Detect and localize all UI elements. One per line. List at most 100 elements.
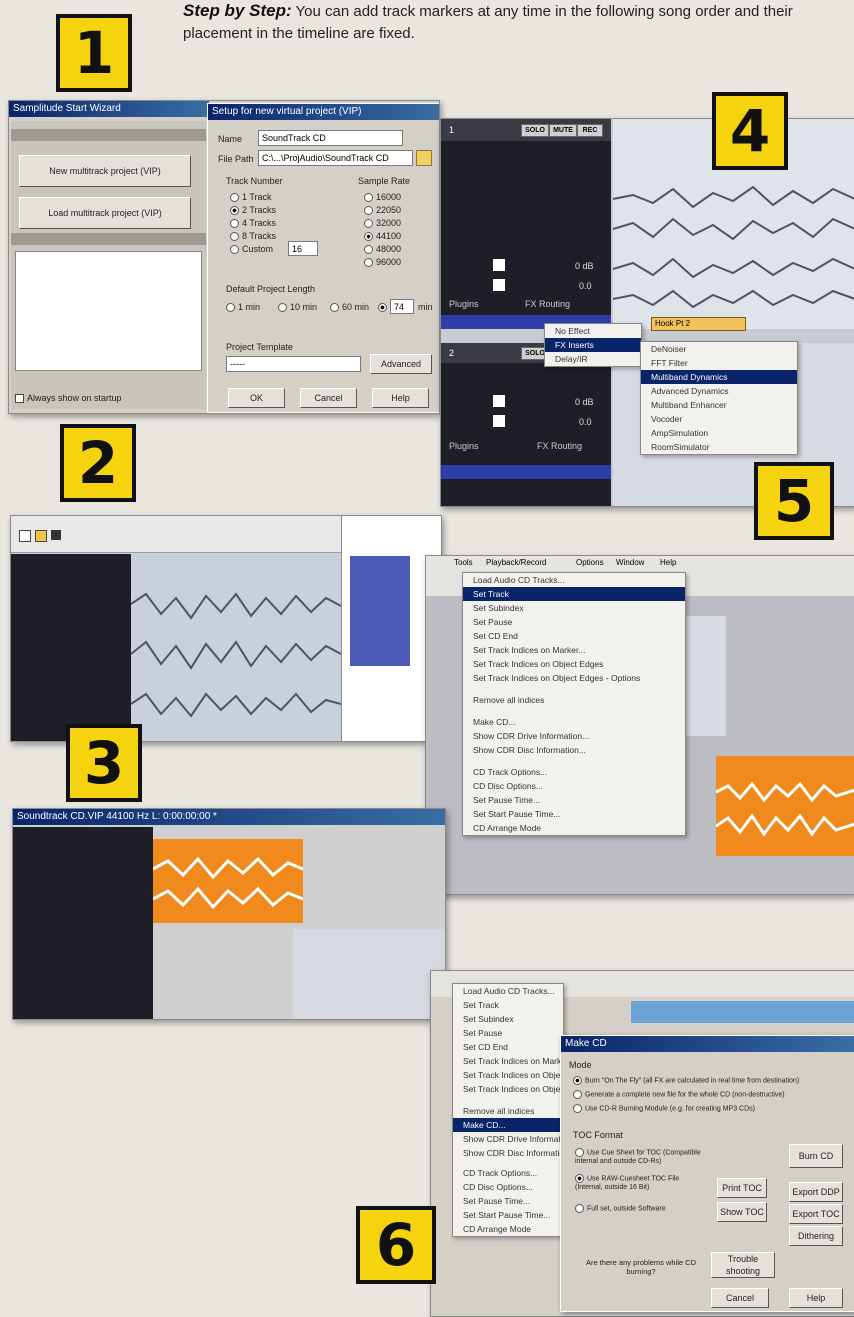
toolbar-open-icon[interactable] (35, 530, 47, 542)
folder-icon[interactable] (416, 150, 432, 166)
cd6-disc-options[interactable]: CD Disc Options... (453, 1180, 563, 1194)
cd-menu-disc-info[interactable]: Show CDR Disc Information... (463, 743, 685, 757)
make-cd-help-button[interactable]: Help (789, 1288, 843, 1308)
cancel-button[interactable]: Cancel (300, 388, 357, 408)
fx-ampsimulation[interactable]: AmpSimulation (641, 426, 797, 440)
cd6-drive-info[interactable]: Show CDR Drive Information (453, 1132, 563, 1146)
cd-menu-disc-options[interactable]: CD Disc Options... (463, 779, 685, 793)
name-field[interactable]: SoundTrack CD (258, 130, 403, 146)
cd-menu-indices-marker[interactable]: Set Track Indices on Marker... (463, 643, 685, 657)
track-option-custom[interactable]: Custom (230, 244, 273, 255)
fx-multiband-dynamics[interactable]: Multiband Dynamics (641, 370, 797, 384)
sample-rate-44100[interactable]: 44100 (364, 231, 401, 242)
cd-menu-indices-edges[interactable]: Set Track Indices on Object Edges (463, 657, 685, 671)
length-option-10[interactable]: 10 min (278, 302, 317, 313)
track1-fx-routing[interactable]: FX Routing (525, 299, 570, 309)
track1-solo-button[interactable]: SOLO (521, 124, 549, 137)
menubar-tools[interactable]: Tools (454, 556, 473, 570)
cd6-set-track[interactable]: Set Track (453, 998, 563, 1012)
print-toc-button[interactable]: Print TOC (717, 1178, 767, 1198)
toc-option-2[interactable]: Use RAW-Cuesheet TOC File (Internal, out… (575, 1174, 705, 1192)
cd-menu-make-cd[interactable]: Make CD... (463, 715, 685, 729)
sample-rate-22050[interactable]: 22050 (364, 205, 401, 216)
cd6-disc-info[interactable]: Show CDR Disc Information (453, 1146, 563, 1160)
load-project-button[interactable]: Load multitrack project (VIP) (19, 197, 191, 229)
dithering-button[interactable]: Dithering (789, 1226, 843, 1246)
make-cd-cancel-button[interactable]: Cancel (711, 1288, 769, 1308)
export-ddp-button[interactable]: Export DDP (789, 1182, 843, 1202)
new-project-button[interactable]: New multitrack project (VIP) (19, 155, 191, 187)
fx-advanced-dynamics[interactable]: Advanced Dynamics (641, 384, 797, 398)
sample-rate-32000[interactable]: 32000 (364, 218, 401, 229)
sample-rate-16000[interactable]: 16000 (364, 192, 401, 203)
track1-mute-button[interactable]: MUTE (549, 124, 577, 137)
toolbar-save-icon[interactable] (51, 530, 61, 540)
track2-fx-routing[interactable]: FX Routing (537, 441, 582, 451)
track2-insert-slot[interactable] (441, 465, 611, 479)
fx-vocoder[interactable]: Vocoder (641, 412, 797, 426)
length-field[interactable]: 74 (390, 299, 414, 314)
toolbar-new-icon[interactable] (19, 530, 31, 542)
length-option-1[interactable]: 1 min (226, 302, 260, 313)
cd-menu-remove-indices[interactable]: Remove all indices (463, 693, 685, 707)
mode-option-1[interactable]: Burn "On The Fly" (all FX are calculated… (573, 1076, 851, 1085)
export-toc-button[interactable]: Export TOC (789, 1204, 843, 1224)
show-toc-button[interactable]: Show TOC (717, 1202, 767, 1222)
cd6-remove-indices[interactable]: Remove all indices (453, 1104, 563, 1118)
mode-option-3[interactable]: Use CD-R Burning Module (e.g. for creati… (573, 1104, 851, 1113)
ok-button[interactable]: OK (228, 388, 285, 408)
track-option-4[interactable]: 4 Tracks (230, 218, 276, 229)
track1-plugins[interactable]: Plugins (449, 299, 479, 309)
burn-cd-button[interactable]: Burn CD (789, 1144, 843, 1168)
menubar-options[interactable]: Options (576, 556, 604, 570)
cd6-set-cd-end[interactable]: Set CD End (453, 1040, 563, 1054)
fx-fft-filter[interactable]: FFT Filter (641, 356, 797, 370)
cd-menu-indices-edges-options[interactable]: Set Track Indices on Object Edges - Opti… (463, 671, 685, 685)
toc-option-3[interactable]: Full set, outside Software (575, 1204, 705, 1213)
sample-rate-96000[interactable]: 96000 (364, 257, 401, 268)
path-field[interactable]: C:\...\ProjAudio\SoundTrack CD (258, 150, 413, 166)
cd6-set-subindex[interactable]: Set Subindex (453, 1012, 563, 1026)
cd-menu-set-track[interactable]: Set Track (463, 587, 685, 601)
cd-menu-load[interactable]: Load Audio CD Tracks... (463, 573, 685, 587)
custom-track-field[interactable]: 16 (288, 241, 318, 256)
track1-fader[interactable] (493, 259, 505, 271)
cd6-indices-object[interactable]: Set Track Indices on Object (453, 1068, 563, 1082)
fx-denoiser[interactable]: DeNoiser (641, 342, 797, 356)
cd-menu-set-subindex[interactable]: Set Subindex (463, 601, 685, 615)
fx-multiband-enhancer[interactable]: Multiband Enhancer (641, 398, 797, 412)
advanced-button[interactable]: Advanced (370, 354, 432, 374)
track-option-1[interactable]: 1 Track (230, 192, 272, 203)
show-on-startup-checkbox[interactable]: Always show on startup (15, 393, 122, 404)
cd6-indices-object-2[interactable]: Set Track Indices on Object (453, 1082, 563, 1096)
cd6-set-pause[interactable]: Set Pause (453, 1026, 563, 1040)
length-option-60[interactable]: 60 min (330, 302, 369, 313)
cd-menu-set-cd-end[interactable]: Set CD End (463, 629, 685, 643)
menu-no-effect[interactable]: No Effect (545, 324, 641, 338)
track1-pan[interactable] (493, 279, 505, 291)
menu-fx-inserts[interactable]: FX Inserts (545, 338, 641, 352)
cd6-track-options[interactable]: CD Track Options... (453, 1166, 563, 1180)
track1-rec-button[interactable]: REC (577, 124, 603, 137)
track2-plugins[interactable]: Plugins (449, 441, 479, 451)
cd6-make-cd[interactable]: Make CD... (453, 1118, 563, 1132)
template-select[interactable]: ----- (226, 356, 361, 372)
cd-menu-track-options[interactable]: CD Track Options... (463, 765, 685, 779)
length-option-custom[interactable] (378, 302, 390, 313)
toc-option-1[interactable]: Use Cue Sheet for TOC (Compatible intern… (575, 1148, 705, 1166)
cd6-pause-time[interactable]: Set Pause Time... (453, 1194, 563, 1208)
cd-menu-pause-time[interactable]: Set Pause Time... (463, 793, 685, 807)
cd-menu-arrange-mode[interactable]: CD Arrange Mode (463, 821, 685, 835)
cd-menu-start-pause[interactable]: Set Start Pause Time... (463, 807, 685, 821)
cd-menu-drive-info[interactable]: Show CDR Drive Information... (463, 729, 685, 743)
menubar-playback[interactable]: Playback/Record (486, 556, 546, 570)
cd6-indices-marker[interactable]: Set Track Indices on Marker (453, 1054, 563, 1068)
cd6-load[interactable]: Load Audio CD Tracks... (453, 984, 563, 998)
track2-pan[interactable] (493, 415, 505, 427)
track2-fader[interactable] (493, 395, 505, 407)
cd6-start-pause[interactable]: Set Start Pause Time... (453, 1208, 563, 1222)
menubar-window[interactable]: Window (616, 556, 644, 570)
cd-menu-set-pause[interactable]: Set Pause (463, 615, 685, 629)
sample-rate-48000[interactable]: 48000 (364, 244, 401, 255)
menubar-help[interactable]: Help (660, 556, 676, 570)
